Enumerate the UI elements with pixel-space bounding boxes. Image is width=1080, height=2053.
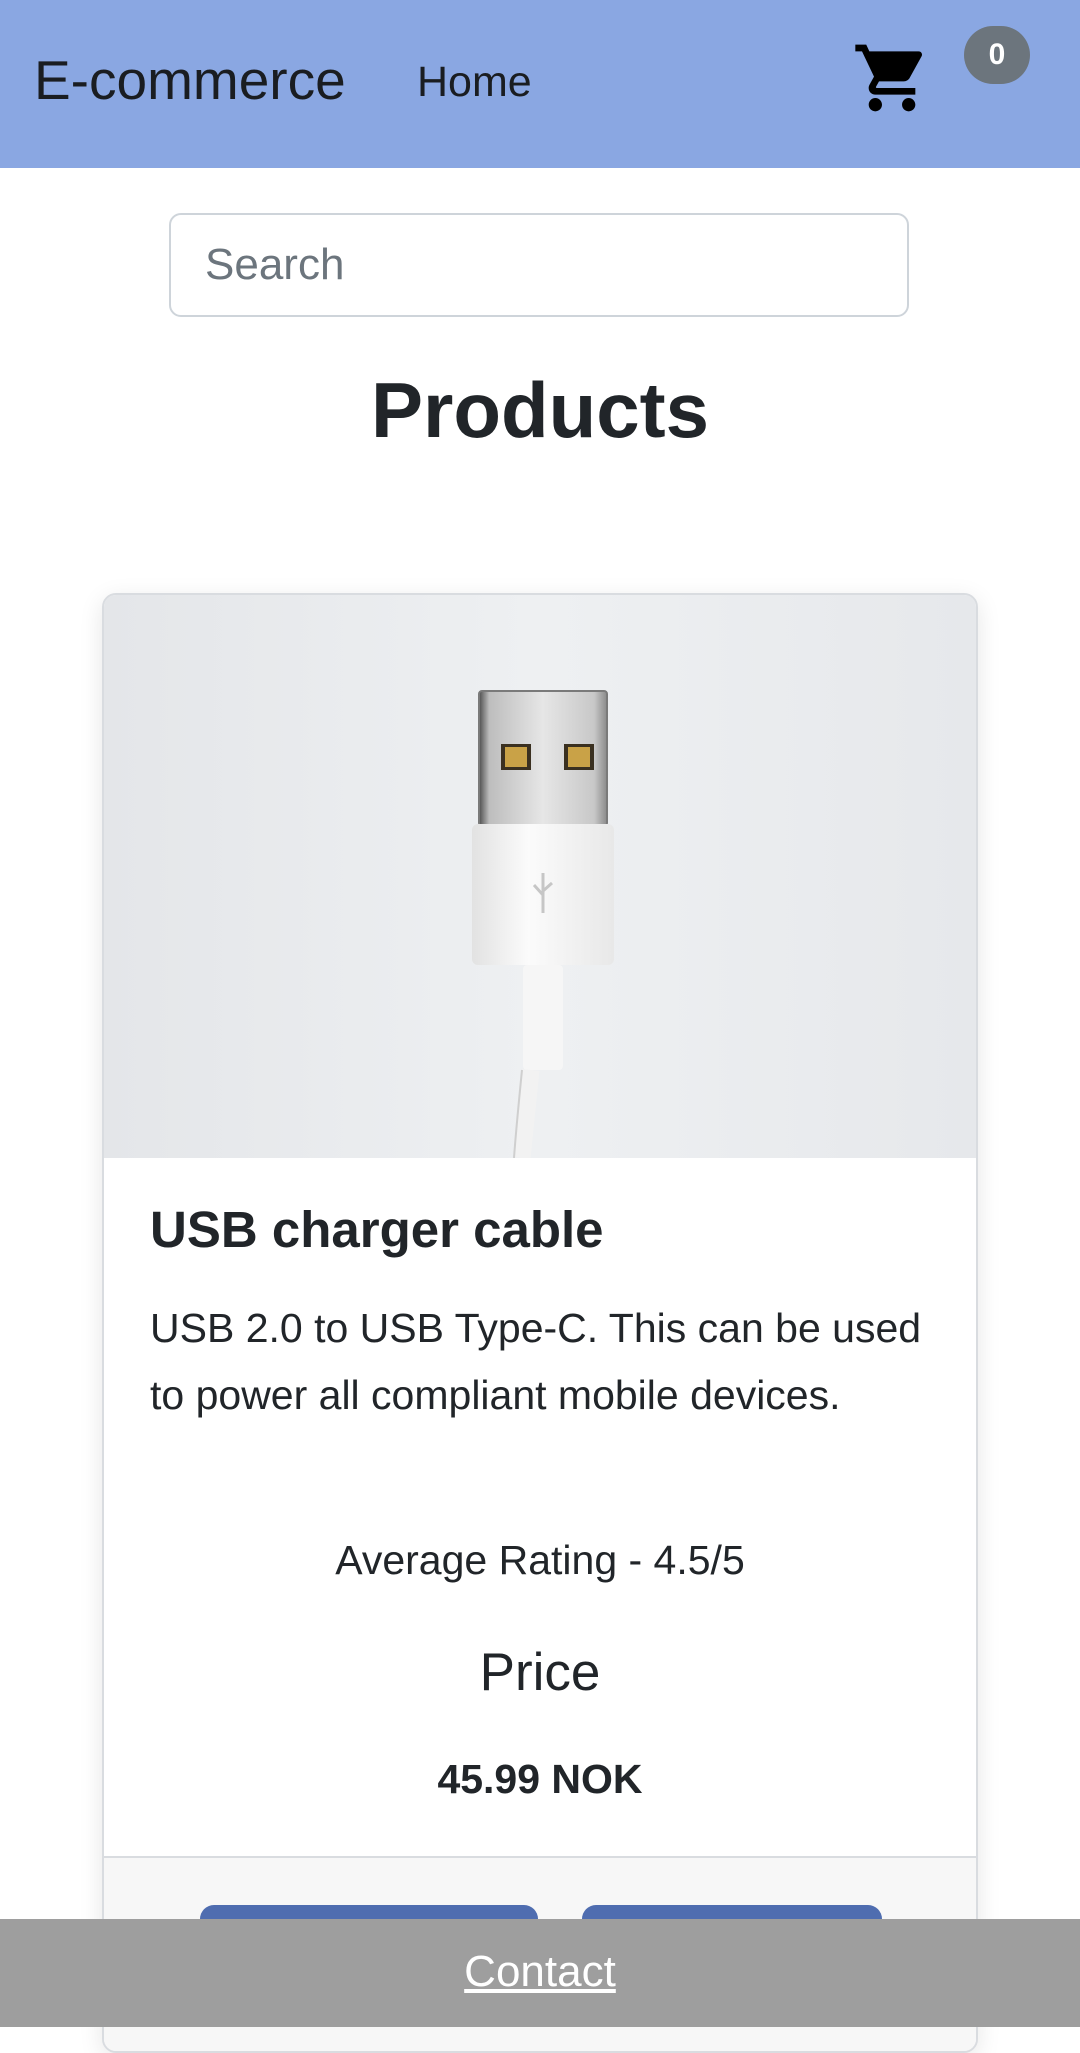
nav-home-link[interactable]: Home — [417, 58, 532, 106]
cart-count-badge: 0 — [964, 26, 1030, 84]
product-name: USB charger cable — [150, 1201, 604, 1258]
usb-cable-photo — [104, 595, 976, 1158]
shopping-cart-icon — [855, 44, 923, 112]
cart-button[interactable]: 0 — [852, 26, 1030, 128]
search-input[interactable] — [169, 213, 909, 317]
navbar: E-commerce Home 0 — [0, 0, 1080, 168]
product-rating: Average Rating - 4.5/5 — [335, 1537, 745, 1583]
page-title: Products — [370, 366, 710, 454]
price-heading: Price — [479, 1643, 601, 1702]
contact-link[interactable]: Contact — [464, 1944, 616, 2000]
page-footer: Contact — [0, 1919, 1080, 2027]
product-price: 45.99 NOK — [437, 1756, 643, 1802]
brand-link[interactable]: E-commerce — [34, 50, 346, 110]
product-card: USB charger cable USB 2.0 to USB Type-C.… — [102, 593, 978, 2053]
product-description: USB 2.0 to USB Type-C. This can be used … — [150, 1305, 922, 1418]
